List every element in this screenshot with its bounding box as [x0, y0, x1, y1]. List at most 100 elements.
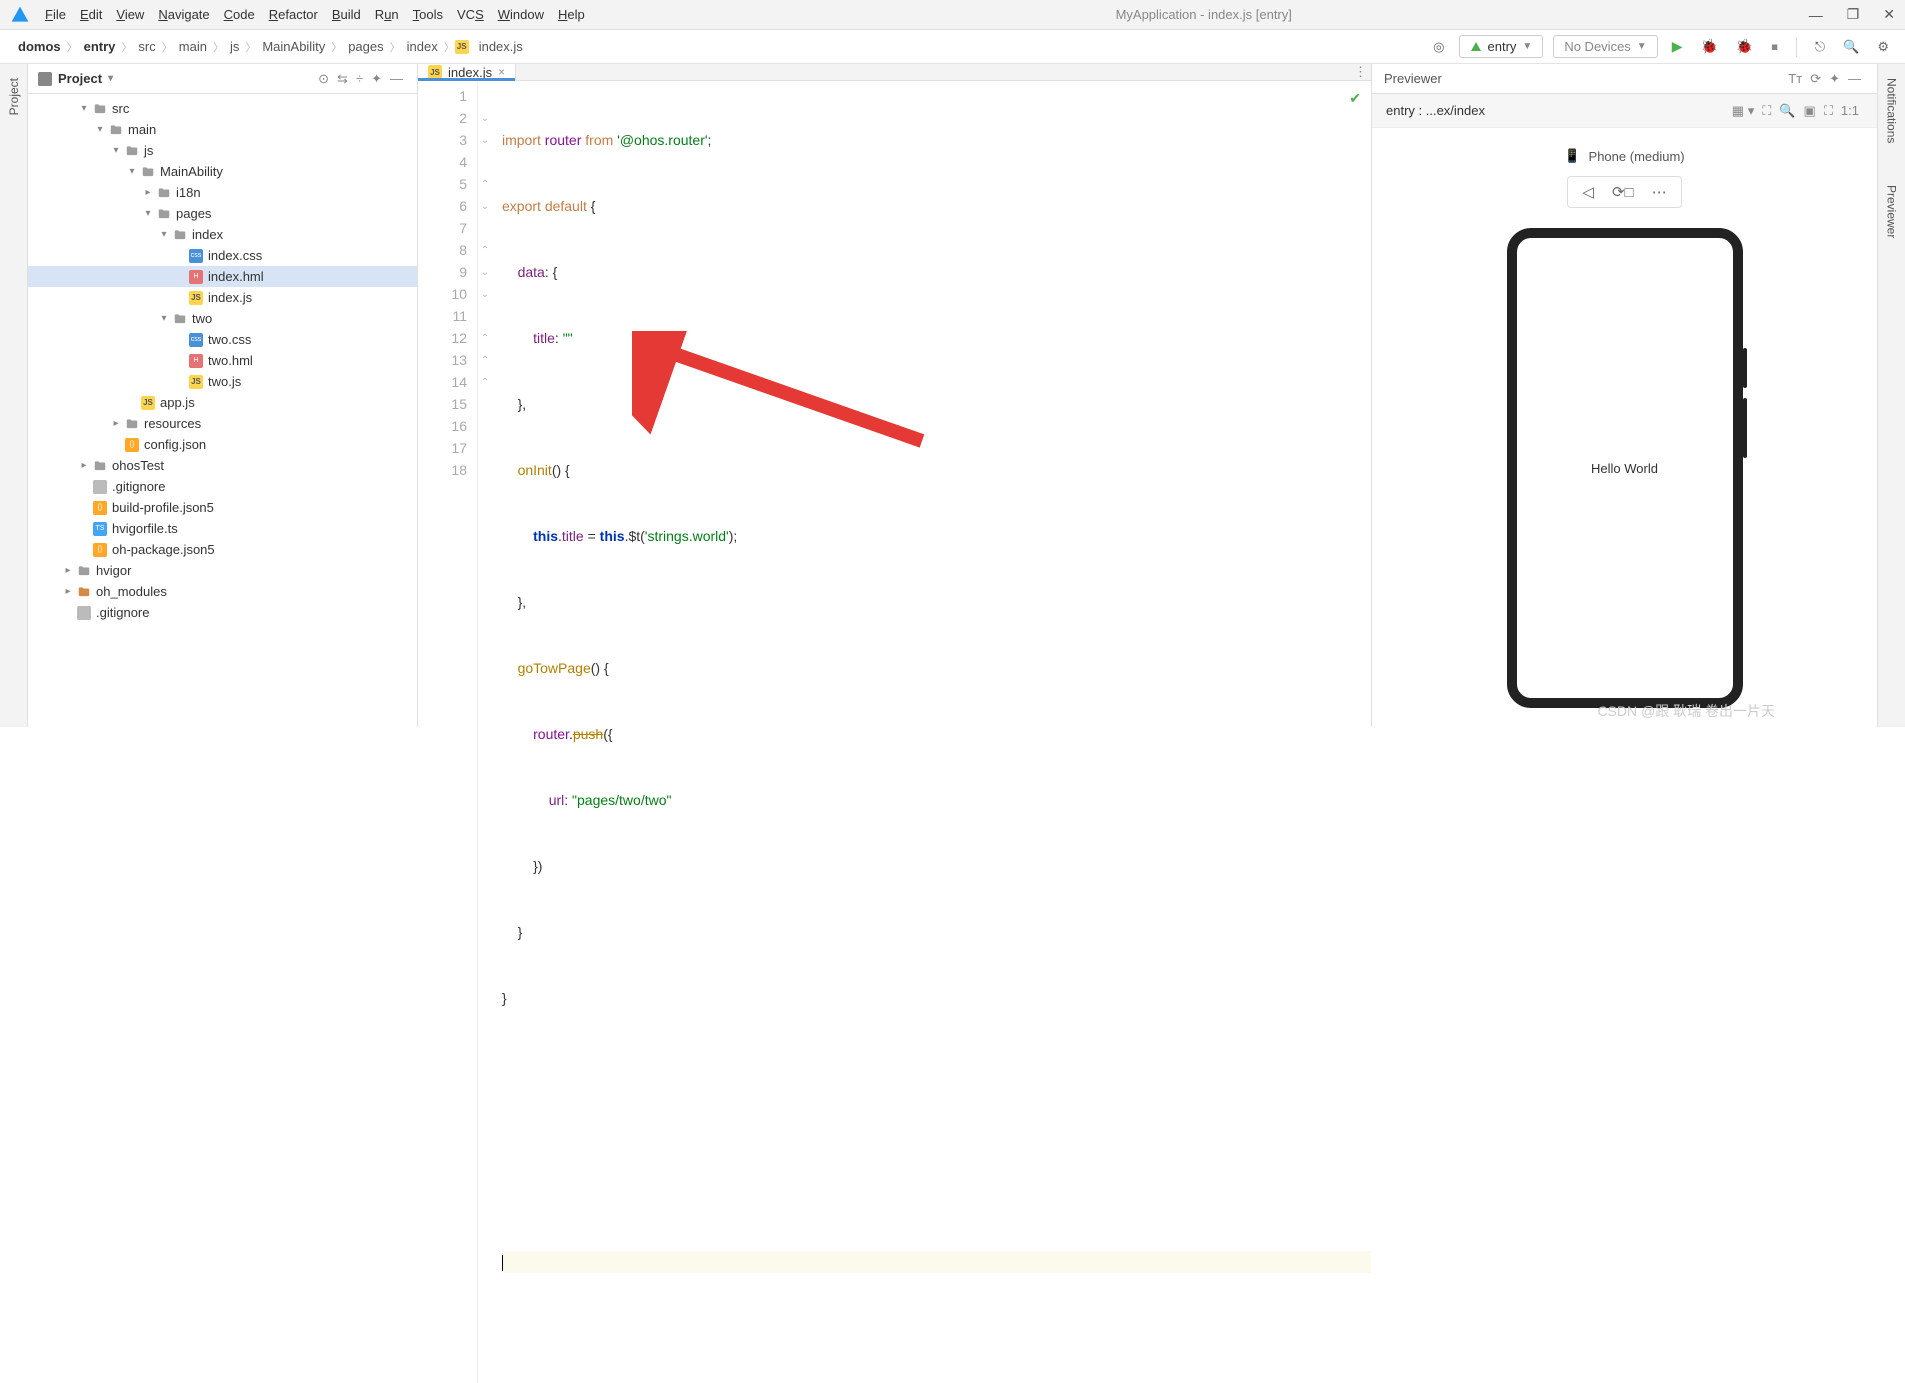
run-button-icon[interactable]: ▶: [1668, 36, 1687, 57]
hide-previewer-icon[interactable]: —: [1844, 71, 1865, 86]
menu-vcs[interactable]: VCS: [457, 7, 484, 22]
tree-item[interactable]: Hindex.hml: [28, 266, 417, 287]
panel-settings-icon[interactable]: ✦: [367, 71, 386, 87]
crumb-domos[interactable]: domos: [12, 39, 67, 54]
project-icon: [38, 72, 52, 86]
previewer-settings-icon[interactable]: ✦: [1825, 71, 1844, 87]
tree-item[interactable]: ▸hvigor: [28, 560, 417, 581]
notifications-tool-tab[interactable]: Notifications: [1885, 72, 1899, 149]
annotation-arrow-icon: [632, 331, 932, 451]
tree-item[interactable]: ▸ohosTest: [28, 455, 417, 476]
menu-tools[interactable]: Tools: [413, 7, 443, 22]
editor-more-icon[interactable]: ⋮: [1350, 64, 1371, 80]
line-number-gutter: 123456789101112131415161718: [418, 81, 478, 1383]
crumb-pages[interactable]: pages: [342, 39, 389, 54]
close-icon[interactable]: ✕: [1883, 6, 1895, 23]
previewer-tool-tab[interactable]: Previewer: [1885, 179, 1899, 244]
tree-item[interactable]: {}build-profile.json5: [28, 497, 417, 518]
target-icon[interactable]: ◎: [1429, 37, 1448, 57]
tree-item[interactable]: ▾src: [28, 98, 417, 119]
tree-item[interactable]: ▾pages: [28, 203, 417, 224]
menu-build[interactable]: Build: [332, 7, 361, 22]
menu-window[interactable]: Window: [498, 7, 544, 22]
maximize-icon[interactable]: ❐: [1847, 6, 1860, 23]
tree-item[interactable]: ▾main: [28, 119, 417, 140]
hide-panel-icon[interactable]: —: [386, 71, 407, 86]
tree-item[interactable]: {}config.json: [28, 434, 417, 455]
previewer-title: Previewer: [1384, 71, 1442, 86]
run-config-selector[interactable]: entry ▼: [1459, 35, 1544, 58]
menu-refactor[interactable]: Refactor: [269, 7, 318, 22]
tree-item[interactable]: cssindex.css: [28, 245, 417, 266]
project-tool-window: Project ▾ ⊙ ⇆ ÷ ✦ — ▾src▾main▾js▾MainAbi…: [28, 64, 418, 727]
crumb-index[interactable]: index: [401, 39, 444, 54]
tree-item[interactable]: JSindex.js: [28, 287, 417, 308]
device-label: No Devices: [1564, 39, 1630, 54]
attach-icon[interactable]: ⎋: [1811, 37, 1829, 57]
fold-gutter[interactable]: ⌄⌄⌃⌄⌃⌄⌄⌃⌃⌃: [478, 81, 492, 1383]
tree-item[interactable]: ▾js: [28, 140, 417, 161]
app-logo-icon: [10, 5, 30, 25]
expand-icon[interactable]: ⛶: [1820, 103, 1837, 119]
analysis-ok-icon[interactable]: ✔: [1349, 87, 1361, 109]
crumb-main[interactable]: main: [173, 39, 213, 54]
tree-item[interactable]: csstwo.css: [28, 329, 417, 350]
debug-button-icon[interactable]: 🐞: [1696, 36, 1721, 57]
tree-item[interactable]: TShvigorfile.ts: [28, 518, 417, 539]
text-cursor: [502, 1255, 503, 1271]
menu-run[interactable]: Run: [375, 7, 399, 22]
coverage-button-icon[interactable]: 🐞: [1732, 36, 1757, 57]
editor-tab-indexjs[interactable]: JS index.js ×: [418, 64, 516, 80]
crumb-js[interactable]: js: [224, 39, 245, 54]
menu-navigate[interactable]: Navigate: [158, 7, 209, 22]
device-selector[interactable]: No Devices ▼: [1553, 35, 1657, 58]
zoom-icon[interactable]: 🔍: [1775, 103, 1799, 119]
code-editor[interactable]: 123456789101112131415161718 ⌄⌄⌃⌄⌃⌄⌄⌃⌃⌃ i…: [418, 81, 1371, 1383]
select-opened-file-icon[interactable]: ⊙: [314, 71, 333, 87]
menu-help[interactable]: Help: [558, 7, 585, 22]
tree-item[interactable]: JStwo.js: [28, 371, 417, 392]
expand-all-icon[interactable]: ⇆: [333, 71, 352, 87]
code-area[interactable]: import router from '@ohos.router'; expor…: [492, 81, 1371, 1383]
refresh-icon[interactable]: ⟳: [1806, 71, 1825, 87]
tree-item[interactable]: JSapp.js: [28, 392, 417, 413]
tree-item[interactable]: ▸oh_modules: [28, 581, 417, 602]
minimize-icon[interactable]: —: [1809, 7, 1823, 23]
collapse-all-icon[interactable]: ÷: [352, 71, 367, 86]
tree-item[interactable]: ▾MainAbility: [28, 161, 417, 182]
rotate-icon[interactable]: ⟳□: [1612, 183, 1634, 201]
js-file-icon: JS: [455, 40, 469, 54]
tree-item[interactable]: ▾two: [28, 308, 417, 329]
settings-icon[interactable]: ⚙: [1873, 37, 1893, 57]
project-panel-title[interactable]: Project ▾: [38, 71, 113, 86]
project-tree[interactable]: ▾src▾main▾js▾MainAbility▸i18n▾pages▾inde…: [28, 94, 417, 727]
crumb-mainability[interactable]: MainAbility: [256, 39, 331, 54]
search-icon[interactable]: 🔍: [1839, 37, 1863, 57]
font-size-icon[interactable]: Tᴛ: [1784, 71, 1806, 86]
grid-icon[interactable]: ▦ ▾: [1728, 103, 1758, 119]
menu-code[interactable]: Code: [224, 7, 255, 22]
close-tab-icon[interactable]: ×: [498, 65, 505, 79]
one-to-one-icon[interactable]: 1:1: [1837, 103, 1863, 118]
more-icon[interactable]: ⋯: [1652, 183, 1667, 201]
inspect-icon[interactable]: ▣: [1800, 103, 1820, 119]
tree-item[interactable]: .gitignore: [28, 476, 417, 497]
menu-edit[interactable]: Edit: [80, 7, 102, 22]
crumb-src[interactable]: src: [132, 39, 161, 54]
tree-item[interactable]: Htwo.hml: [28, 350, 417, 371]
profiler-button-icon[interactable]: ⏹: [1767, 37, 1782, 57]
editor-pane: JS index.js × ⋮ 123456789101112131415161…: [418, 64, 1372, 727]
menu-file[interactable]: File: [45, 7, 66, 22]
project-tool-tab[interactable]: Project: [7, 72, 21, 121]
crumb-file[interactable]: JSindex.js: [455, 39, 529, 54]
back-button-icon[interactable]: ◁: [1582, 183, 1594, 201]
crop-icon[interactable]: ⛶: [1758, 103, 1775, 119]
tree-item[interactable]: {}oh-package.json5: [28, 539, 417, 560]
menu-view[interactable]: View: [116, 7, 144, 22]
tree-item[interactable]: ▸resources: [28, 413, 417, 434]
tree-item[interactable]: ▾index: [28, 224, 417, 245]
tree-item[interactable]: .gitignore: [28, 602, 417, 623]
tree-item[interactable]: ▸i18n: [28, 182, 417, 203]
navigation-bar: domos〉 entry〉 src〉 main〉 js〉 MainAbility…: [0, 30, 1905, 64]
crumb-entry[interactable]: entry: [78, 39, 122, 54]
